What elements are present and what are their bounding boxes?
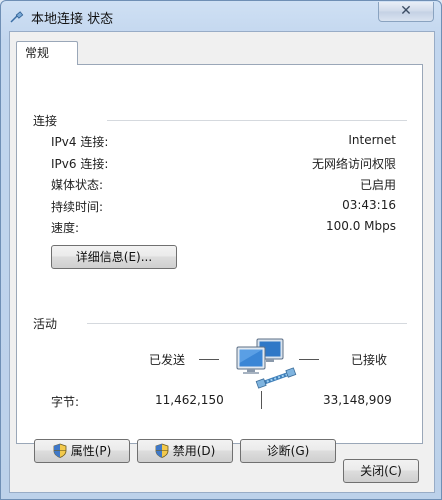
- bytes-separator: [261, 391, 262, 409]
- details-button[interactable]: 详细信息(E)...: [51, 245, 177, 269]
- dialog-window: 本地连接 状态 ✕ 常规 连接 IPv4 连接: Internet IPv6 连…: [0, 0, 442, 500]
- duration-value: 03:43:16: [342, 198, 396, 212]
- tab-panel-general: 连接 IPv4 连接: Internet IPv6 连接: 无网络访问权限 媒体…: [16, 64, 423, 463]
- window-title: 本地连接 状态: [31, 12, 114, 27]
- speed-value: 100.0 Mbps: [325, 219, 396, 233]
- diagnose-button[interactable]: 诊断(G): [240, 439, 336, 463]
- sent-dash: [199, 359, 219, 360]
- close-icon: ✕: [400, 3, 412, 19]
- connection-heading: 连接: [33, 114, 58, 128]
- network-cable-icon: [10, 11, 24, 23]
- speed-label: 速度:: [51, 221, 80, 235]
- media-state-value: 已启用: [359, 178, 396, 192]
- disable-label: 禁用(D): [172, 444, 216, 458]
- ipv4-value: Internet: [348, 133, 396, 147]
- connection-divider: [107, 120, 407, 121]
- ipv6-label: IPv6 连接:: [51, 157, 109, 171]
- bytes-label: 字节:: [51, 395, 80, 409]
- media-state-label: 媒体状态:: [51, 178, 104, 192]
- dialog-client-area: 常规 连接 IPv4 连接: Internet IPv6 连接: 无网络访问权限…: [9, 31, 435, 493]
- ipv6-value: 无网络访问权限: [311, 157, 396, 171]
- ipv4-label: IPv4 连接:: [51, 135, 109, 149]
- properties-button[interactable]: 属性(P): [34, 439, 130, 463]
- disable-button[interactable]: 禁用(D): [137, 439, 233, 463]
- window-close-button[interactable]: ✕: [378, 2, 434, 22]
- properties-label: 属性(P): [70, 444, 112, 458]
- network-computers-icon: [236, 338, 297, 389]
- title-bar[interactable]: 本地连接 状态 ✕: [1, 1, 441, 31]
- tab-general[interactable]: 常规: [16, 41, 78, 65]
- bytes-received-value: 33,148,909: [323, 393, 392, 407]
- close-button[interactable]: 关闭(C): [343, 459, 419, 483]
- activity-divider: [87, 323, 407, 324]
- bytes-sent-value: 11,462,150: [155, 393, 224, 407]
- sent-label: 已发送: [149, 353, 186, 367]
- received-label: 已接收: [351, 353, 388, 367]
- activity-heading: 活动: [33, 317, 58, 331]
- duration-label: 持续时间:: [51, 200, 104, 214]
- uac-shield-icon: [53, 443, 67, 458]
- uac-shield-icon: [155, 443, 169, 458]
